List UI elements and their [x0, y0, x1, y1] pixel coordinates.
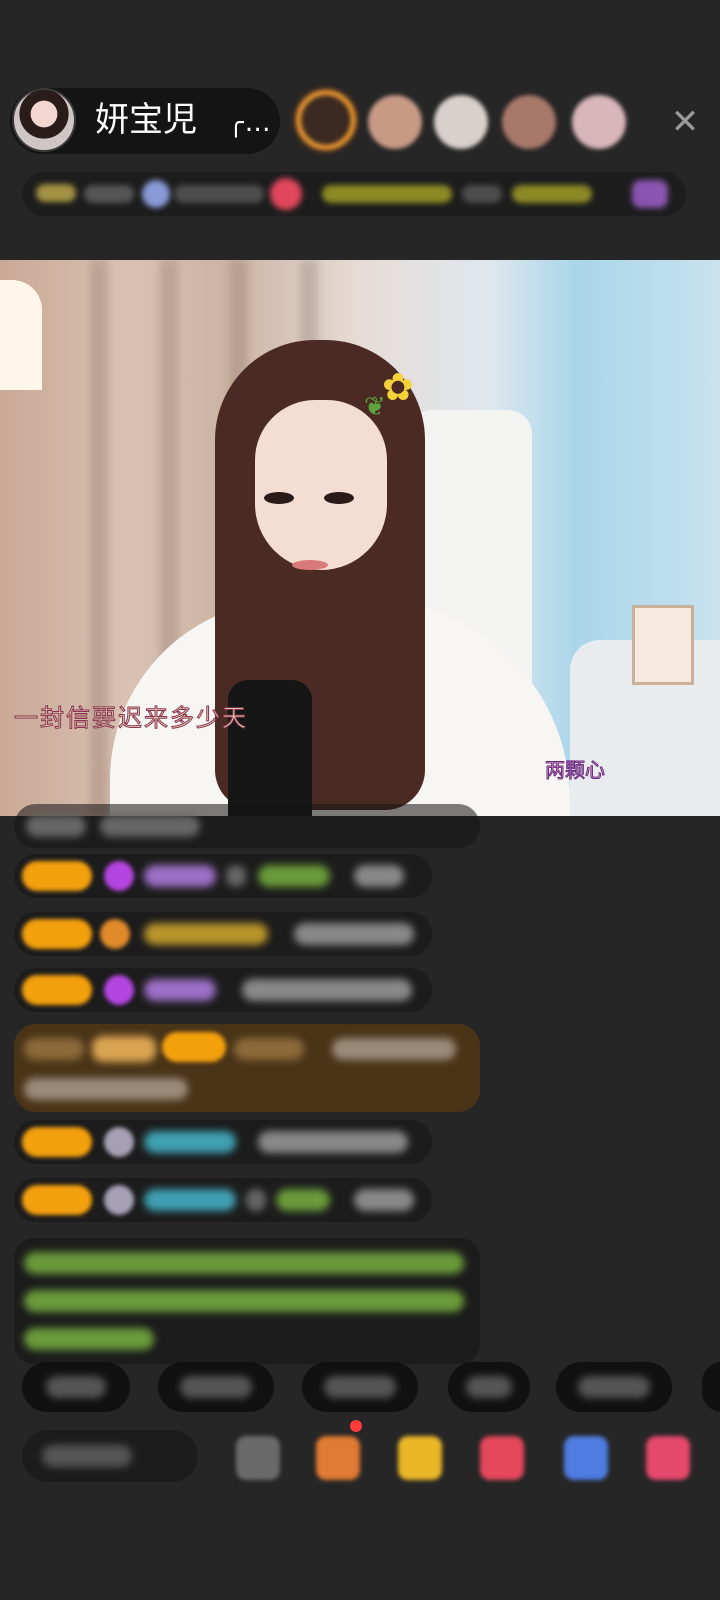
- viewer-avatar[interactable]: [434, 95, 488, 149]
- gem-icon: [104, 975, 134, 1005]
- host-name: 妍宝児: [95, 100, 197, 140]
- quick-reply-chip[interactable]: [302, 1362, 418, 1412]
- top-viewer-avatar[interactable]: [292, 86, 360, 154]
- blurred-tag: [322, 185, 452, 203]
- gift-icon[interactable]: [632, 180, 668, 208]
- game-icon[interactable]: [564, 1436, 608, 1480]
- host-avatar[interactable]: [12, 88, 76, 152]
- red-packet-icon[interactable]: [398, 1436, 442, 1480]
- quick-reply-chip[interactable]: [158, 1362, 274, 1412]
- rank-icon: [142, 180, 170, 208]
- picture-frame: [632, 605, 694, 685]
- fan-badge: [22, 919, 92, 949]
- emoji-icon[interactable]: [236, 1436, 280, 1480]
- chat-message[interactable]: [14, 968, 432, 1012]
- blurred-text: [462, 185, 502, 203]
- chat-message[interactable]: [14, 912, 432, 956]
- quick-reply-chip[interactable]: [448, 1362, 530, 1412]
- room-info-bar[interactable]: [22, 172, 686, 216]
- quick-reply-chip[interactable]: [22, 1362, 130, 1412]
- blurred-tag: [512, 185, 592, 203]
- fan-badge: [22, 975, 92, 1005]
- fan-badge: [22, 1185, 92, 1215]
- lyric-subtitle-secondary: 两颗心: [545, 758, 606, 783]
- blurred-text: [174, 185, 264, 203]
- lyric-subtitle: 一封信要迟来多少天: [14, 704, 248, 733]
- user-avatar: [104, 1185, 134, 1215]
- shopping-bag-icon[interactable]: [316, 1436, 360, 1480]
- viewer-avatar[interactable]: [502, 95, 556, 149]
- level-badge: [36, 184, 76, 202]
- lamp: [0, 280, 42, 390]
- highlight-message[interactable]: [14, 1024, 480, 1112]
- quick-reply-chip[interactable]: [702, 1362, 720, 1412]
- viewer-avatar[interactable]: [368, 95, 422, 149]
- chat-message[interactable]: [14, 804, 480, 848]
- live-video[interactable]: ❦ ✿ 一封信要迟来多少天 两颗心: [0, 260, 720, 816]
- comment-input[interactable]: [22, 1430, 198, 1482]
- quick-reply-chip[interactable]: [556, 1362, 672, 1412]
- blurred-text: [84, 185, 134, 203]
- fan-club-icon[interactable]: [480, 1436, 524, 1480]
- gem-icon: [104, 861, 134, 891]
- fan-badge: [22, 861, 92, 891]
- gift-icon[interactable]: [646, 1436, 690, 1480]
- heart-icon[interactable]: [270, 178, 302, 210]
- close-button[interactable]: ✕: [665, 102, 705, 142]
- chat-message[interactable]: [14, 1120, 432, 1164]
- fan-badge: [22, 1127, 92, 1157]
- chat-message[interactable]: [14, 854, 432, 898]
- level-icon: [100, 919, 130, 949]
- notification-dot: [350, 1420, 362, 1432]
- fan-badge: [162, 1032, 226, 1062]
- user-avatar: [104, 1127, 134, 1157]
- streamer-face: [255, 400, 387, 570]
- system-announcement: [14, 1238, 480, 1364]
- chat-message[interactable]: [14, 1178, 432, 1222]
- host-name-suffix: ╭…: [228, 108, 272, 138]
- viewer-avatar[interactable]: [572, 95, 626, 149]
- flower-icon: ✿: [382, 365, 414, 409]
